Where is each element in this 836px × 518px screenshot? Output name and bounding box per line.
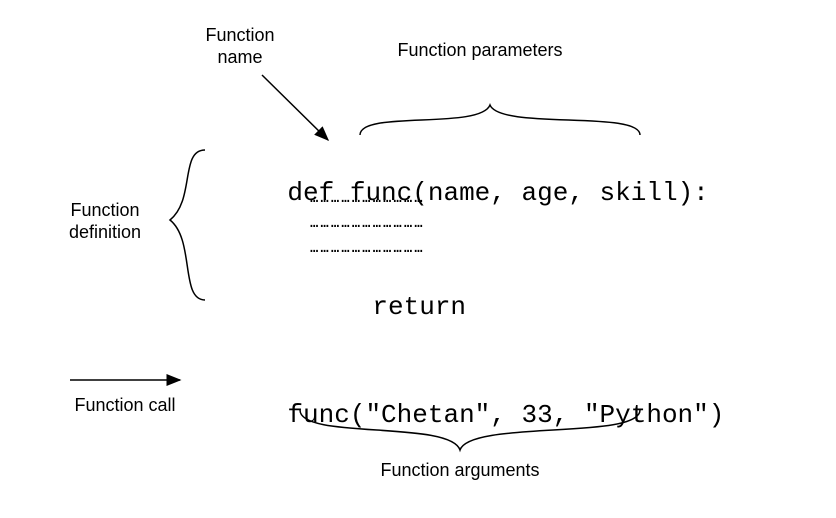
label-function-arguments: Function arguments xyxy=(350,460,570,482)
arg-python: "Python" xyxy=(584,400,709,430)
return-line: return xyxy=(310,262,466,352)
label-function-definition: Function definition xyxy=(55,200,155,243)
param-name: name xyxy=(428,178,490,208)
call-paren-close: ) xyxy=(709,400,725,430)
param-age: age xyxy=(522,178,569,208)
paren-close-colon: ): xyxy=(678,178,709,208)
diagram-stage: Function name Function parameters def fu… xyxy=(0,0,836,518)
sep: , xyxy=(490,400,521,430)
body-line-3: …………………………… xyxy=(310,240,425,256)
arg-chetan: "Chetan" xyxy=(365,400,490,430)
arg-33: 33 xyxy=(522,400,553,430)
sep: , xyxy=(553,400,584,430)
arrow-function-name xyxy=(262,75,328,140)
label-function-call: Function call xyxy=(65,395,185,417)
body-line-1: …………………………… xyxy=(310,190,425,206)
call-name-token: func xyxy=(287,400,349,430)
brace-function-definition xyxy=(170,150,205,300)
keyword-return: return xyxy=(372,292,466,322)
label-function-name: Function name xyxy=(190,25,290,68)
brace-parameters-top xyxy=(360,105,640,135)
sep: , xyxy=(568,178,599,208)
label-function-parameters: Function parameters xyxy=(370,40,590,62)
param-skill: skill xyxy=(600,178,678,208)
call-paren-open: ( xyxy=(350,400,366,430)
code-call-line: func("Chetan", 33, "Python") xyxy=(225,370,724,460)
body-line-2: …………………………… xyxy=(310,215,425,231)
sep: , xyxy=(490,178,521,208)
code-def-line: def func(name, age, skill): xyxy=(225,148,709,238)
